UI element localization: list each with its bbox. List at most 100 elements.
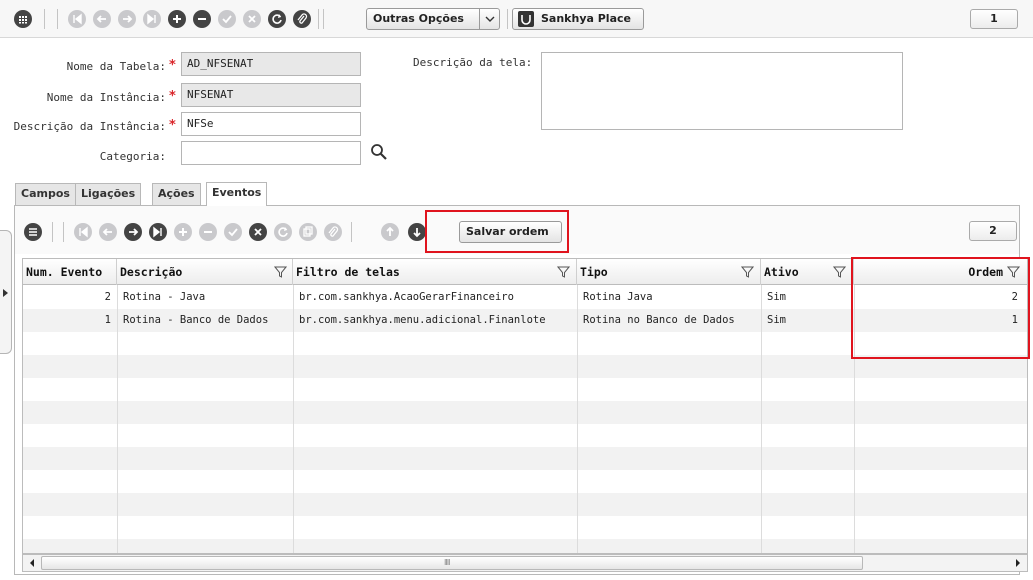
required-marker: * <box>169 58 176 73</box>
horizontal-scrollbar[interactable]: IIII <box>22 554 1028 572</box>
tab-acoes[interactable]: Ações <box>152 183 201 205</box>
toolbar-separator <box>323 9 324 29</box>
other-options-dropdown[interactable]: Outras Opções <box>366 8 500 30</box>
menu-icon[interactable] <box>24 223 42 241</box>
sankhya-place-button[interactable]: Sankhya Place <box>512 8 644 30</box>
confirm-icon[interactable] <box>224 223 242 241</box>
empty-row <box>23 493 1027 516</box>
refresh-icon[interactable] <box>268 10 286 28</box>
column-header-label: Filtro de telas <box>296 265 400 279</box>
ordem-column-highlight <box>851 257 1030 359</box>
nome-tabela-label: Nome da Tabela: <box>66 60 166 73</box>
toolbar-separator <box>318 9 319 29</box>
descricao-instancia-label: Descrição da Instância: <box>13 120 166 133</box>
column-divider <box>293 285 294 553</box>
scroll-thumb[interactable]: IIII <box>41 556 863 570</box>
main-toolbar: Outras Opções Sankhya Place 1 <box>0 0 1033 38</box>
cell-num-evento: 1 <box>104 314 111 326</box>
filter-icon[interactable] <box>557 266 570 278</box>
column-header-ativo[interactable]: Ativo <box>761 259 854 285</box>
cell-ativo: Sim <box>767 291 786 303</box>
last-record-icon[interactable] <box>143 10 161 28</box>
cell-tipo: Rotina Java <box>583 291 653 303</box>
required-marker: * <box>169 89 176 104</box>
sankhya-place-label: Sankhya Place <box>541 12 631 25</box>
toolbar-separator <box>351 222 352 242</box>
next-record-icon[interactable] <box>124 223 142 241</box>
column-header-tipo[interactable]: Tipo <box>577 259 761 285</box>
cell-num-evento: 2 <box>104 291 111 303</box>
cell-ativo: Sim <box>767 314 786 326</box>
tab-ligacoes[interactable]: Ligações <box>75 183 142 205</box>
filter-icon[interactable] <box>833 266 846 278</box>
categoria-field[interactable] <box>181 141 361 165</box>
descricao-tela-textarea[interactable] <box>541 52 903 130</box>
filter-icon[interactable] <box>274 266 287 278</box>
cell-descricao: Rotina - Java <box>123 291 206 303</box>
empty-row <box>23 401 1027 424</box>
column-header-label: Descrição <box>120 265 183 279</box>
categoria-label: Categoria: <box>99 150 166 163</box>
confirm-icon[interactable] <box>218 10 236 28</box>
cell-tipo: Rotina no Banco de Dados <box>583 314 735 326</box>
side-panel-handle[interactable] <box>0 230 12 354</box>
filter-icon[interactable] <box>741 266 754 278</box>
descricao-instancia-field[interactable]: NFSe <box>181 112 361 136</box>
remove-icon[interactable] <box>199 223 217 241</box>
search-icon[interactable] <box>369 142 389 162</box>
scroll-right-icon[interactable] <box>1011 555 1025 571</box>
cell-filtro-telas: br.com.sankhya.AcaoGerarFinanceiro <box>299 291 514 303</box>
cell-filtro-telas: br.com.sankhya.menu.adicional.Finanlote <box>299 314 546 326</box>
nome-instancia-label: Nome da Instância: <box>46 91 166 104</box>
toolbar-separator <box>507 9 508 29</box>
scroll-left-icon[interactable] <box>25 555 39 571</box>
next-record-icon[interactable] <box>118 10 136 28</box>
events-page-counter: 2 <box>969 221 1017 241</box>
descricao-tela-label: Descrição da tela: <box>413 56 533 69</box>
record-page-counter: 1 <box>970 9 1018 29</box>
nome-instancia-field[interactable]: NFSENAT <box>181 83 361 107</box>
cancel-icon[interactable] <box>249 223 267 241</box>
scroll-grip: IIII <box>444 558 451 567</box>
attach-icon[interactable] <box>324 223 342 241</box>
remove-icon[interactable] <box>193 10 211 28</box>
refresh-icon[interactable] <box>274 223 292 241</box>
nome-tabela-field[interactable]: AD_NFSENAT <box>181 52 361 76</box>
empty-row <box>23 539 1027 553</box>
previous-record-icon[interactable] <box>99 223 117 241</box>
tab-eventos[interactable]: Eventos <box>206 182 268 206</box>
tab-campos[interactable]: Campos <box>15 183 76 205</box>
add-icon[interactable] <box>174 223 192 241</box>
other-options-label: Outras Opções <box>373 12 464 25</box>
move-down-icon[interactable] <box>408 223 426 241</box>
toolbar-separator <box>57 9 58 29</box>
toolbar-separator <box>63 222 64 242</box>
grid-view-icon[interactable] <box>14 10 32 28</box>
chevron-down-icon <box>479 9 499 29</box>
arrow-right-icon <box>3 289 8 297</box>
toolbar-separator <box>52 222 53 242</box>
column-divider <box>117 285 118 553</box>
column-divider <box>577 285 578 553</box>
required-marker: * <box>169 118 176 133</box>
cell-descricao: Rotina - Banco de Dados <box>123 314 269 326</box>
cancel-icon[interactable] <box>243 10 261 28</box>
last-record-icon[interactable] <box>149 223 167 241</box>
column-header-filtro-telas[interactable]: Filtro de telas <box>293 259 577 285</box>
column-header-descricao[interactable]: Descrição <box>117 259 293 285</box>
toolbar-separator <box>44 9 45 29</box>
sankhya-place-icon <box>518 11 534 27</box>
empty-row <box>23 447 1027 470</box>
move-up-icon[interactable] <box>381 223 399 241</box>
column-header-num-evento[interactable]: Num. Evento <box>23 259 117 285</box>
column-divider <box>761 285 762 553</box>
previous-record-icon[interactable] <box>93 10 111 28</box>
save-order-highlight <box>425 210 569 253</box>
column-header-label: Tipo <box>580 265 608 279</box>
first-record-icon[interactable] <box>74 223 92 241</box>
column-header-label: Ativo <box>764 265 799 279</box>
first-record-icon[interactable] <box>68 10 86 28</box>
attach-icon[interactable] <box>293 10 311 28</box>
copy-icon[interactable] <box>299 223 317 241</box>
add-icon[interactable] <box>168 10 186 28</box>
